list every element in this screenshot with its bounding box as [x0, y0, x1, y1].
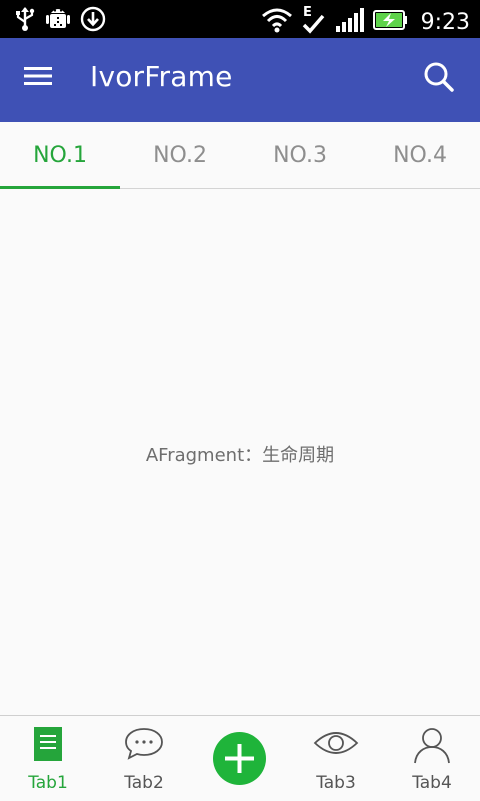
tab-no1[interactable]: NO.1	[0, 122, 120, 189]
download-icon	[80, 6, 106, 37]
tab-label: NO.2	[153, 142, 207, 168]
person-icon	[412, 726, 452, 769]
status-bar: E 9:23	[0, 0, 480, 38]
cell-signal-icon	[335, 7, 365, 38]
bottom-tab-2[interactable]: Tab2	[96, 716, 192, 801]
hamburger-menu-icon	[22, 67, 54, 92]
tab-no4[interactable]: NO.4	[360, 122, 480, 188]
wifi-icon	[261, 6, 293, 39]
chat-bubble-icon	[124, 726, 164, 765]
add-circle-icon	[213, 744, 266, 789]
app-title: IvorFrame	[90, 60, 233, 93]
bottom-tab-3[interactable]: Tab3	[288, 716, 384, 801]
fragment-content: AFragment：生命周期	[0, 189, 480, 715]
bottom-tab-label: Tab4	[412, 773, 452, 793]
top-tab-bar: NO.1 NO.2 NO.3 NO.4	[0, 122, 480, 189]
tab-no2[interactable]: NO.2	[120, 122, 240, 188]
bottom-tab-1[interactable]: Tab1	[0, 716, 96, 801]
tab-label: NO.3	[273, 142, 327, 168]
bottom-tab-label: Tab3	[316, 773, 356, 793]
status-time: 9:23	[420, 10, 470, 35]
usb-icon	[14, 6, 36, 37]
tab-label: NO.1	[33, 142, 87, 168]
battery-charging-icon	[372, 9, 409, 36]
eye-icon	[313, 726, 359, 765]
search-icon	[422, 62, 456, 98]
tab-label: NO.4	[393, 142, 447, 168]
svg-text:E: E	[303, 5, 312, 20]
add-button[interactable]	[213, 732, 266, 785]
bottom-navigation: Tab1 Tab2 Tab3 Tab4	[0, 715, 480, 800]
menu-button[interactable]	[22, 64, 62, 98]
tab-no3[interactable]: NO.3	[240, 122, 360, 188]
bottom-tab-label: Tab1	[28, 773, 68, 793]
app-bar: IvorFrame	[0, 38, 480, 122]
android-debug-icon	[46, 6, 70, 37]
bottom-tab-4[interactable]: Tab4	[384, 716, 480, 801]
document-icon	[32, 726, 64, 767]
search-button[interactable]	[422, 60, 462, 100]
signal-e-icon: E	[301, 4, 327, 41]
fragment-text: AFragment：生命周期	[145, 445, 335, 466]
bottom-tab-label: Tab2	[124, 773, 164, 793]
